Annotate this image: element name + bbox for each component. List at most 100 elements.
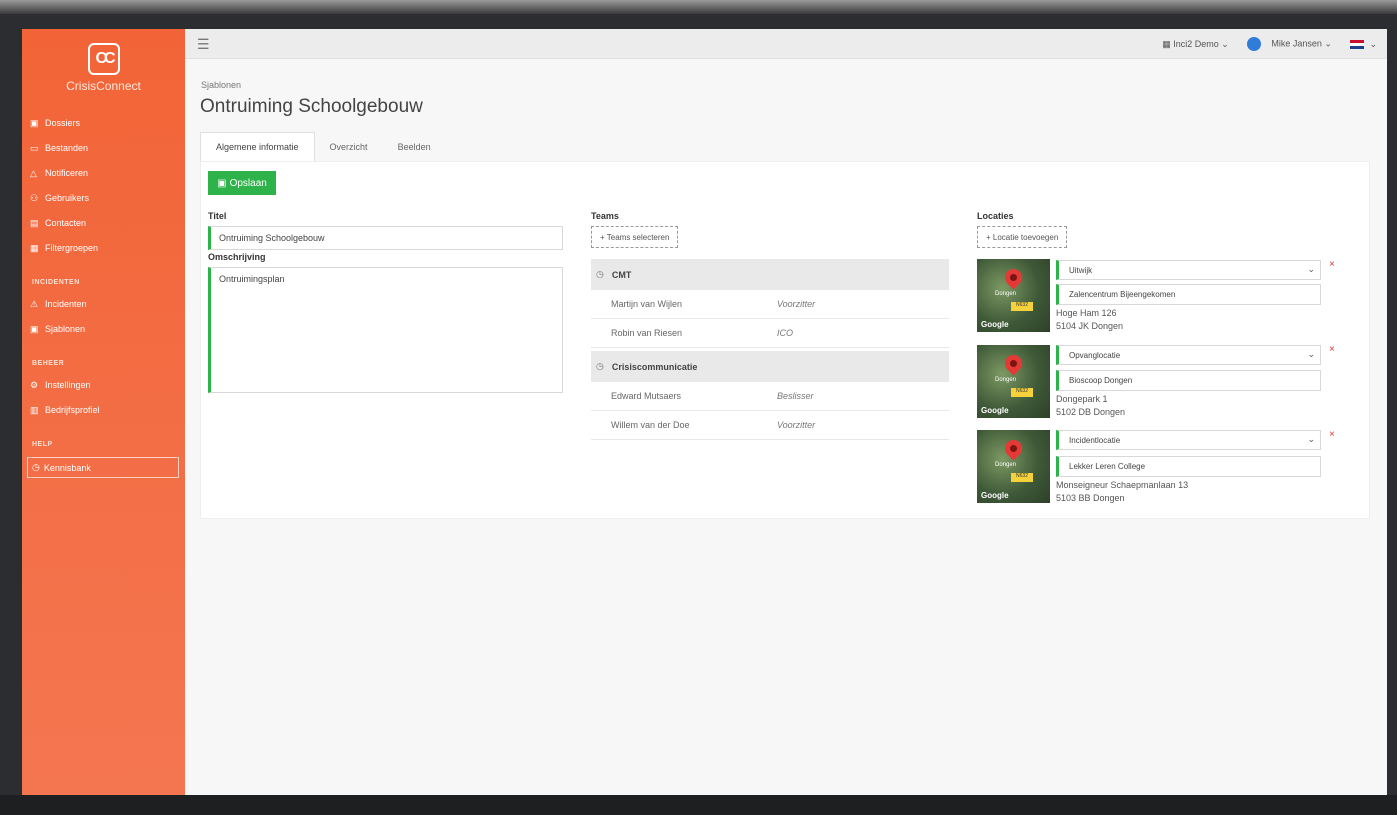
top-bar-right: ▦ Inci2 Demo ⌄ Mike Jansen ⌄ ⌄ — [1162, 29, 1377, 59]
description-label: Omschrijving — [208, 252, 266, 262]
building-icon: ▦ — [1162, 38, 1171, 49]
location-map-thumbnail[interactable]: Dongen N632 Google — [977, 430, 1050, 503]
contact-card-icon: ▤ — [30, 217, 39, 228]
map-provider-logo: Google — [981, 406, 1009, 415]
map-pin-icon — [1001, 351, 1026, 376]
location-postal: 5102 DB Dongen — [1056, 407, 1126, 417]
chevron-down-icon: ⌄ — [1221, 38, 1229, 49]
flag-nl-icon — [1349, 39, 1364, 49]
monitor-bezel-top — [0, 0, 1397, 14]
sidebar-item-label: Filtergroepen — [45, 243, 99, 253]
remove-location-icon[interactable]: × — [1329, 344, 1335, 355]
team-name: CMT — [611, 269, 632, 280]
section-incidenten: INCIDENTEN — [32, 279, 80, 286]
location-map-thumbnail[interactable]: Dongen N632 Google — [977, 259, 1050, 332]
map-city-label: Dongen — [995, 377, 1017, 383]
location-map-thumbnail[interactable]: Dongen N632 Google — [977, 345, 1050, 418]
warning-icon: ⚠ — [30, 298, 39, 309]
teams-label: Teams — [591, 211, 619, 221]
team-header-cmt[interactable]: ◷ CMT — [591, 259, 949, 290]
sidebar-item-label: Contacten — [45, 218, 87, 228]
sidebar-item-instellingen[interactable]: ⚙ Instellingen — [30, 376, 91, 394]
title-input[interactable]: Ontruiming Schoolgebouw — [208, 226, 563, 250]
member-name: Willem van der Doe — [611, 420, 690, 430]
app-logo[interactable]: CC — [88, 43, 120, 75]
select-teams-button[interactable]: + Teams selecteren — [591, 226, 679, 248]
users-icon: ⚇ — [30, 192, 39, 203]
brand-name: CrisisConnect — [66, 79, 141, 93]
sidebar-item-incidenten[interactable]: ⚠ Incidenten — [30, 295, 87, 313]
chevron-down-icon: ⌄ — [1307, 264, 1315, 274]
sidebar-item-label: Incidenten — [45, 299, 87, 309]
file-icon: ▭ — [30, 142, 39, 153]
sidebar-item-label: Kennisbank — [43, 462, 91, 473]
sidebar-item-label: Bestanden — [45, 143, 89, 153]
building-icon: ▥ — [30, 404, 39, 415]
location-address: Hoge Ham 126 5104 JK Dongen — [1056, 307, 1123, 333]
chevron-down-icon: ⌄ — [1307, 349, 1315, 359]
remove-location-icon[interactable]: × — [1329, 259, 1335, 270]
chevron-down-icon: ⌄ — [1369, 38, 1377, 49]
top-bar: ☰ ▦ Inci2 Demo ⌄ Mike Jansen ⌄ ⌄ — [185, 29, 1387, 59]
team-header-crisiscommunicatie[interactable]: ◷ Crisiscommunicatie — [591, 351, 949, 382]
location-street: Hoge Ham 126 — [1056, 308, 1117, 318]
section-help: HELP — [32, 441, 53, 448]
sidebar-item-bestanden[interactable]: ▭ Bestanden — [30, 139, 88, 157]
add-location-button[interactable]: + Locatie toevoegen — [977, 226, 1068, 248]
template-icon: ▣ — [30, 323, 39, 334]
help-circle-icon: ◷ — [32, 462, 40, 472]
table-row: Martijn van Wijlen Voorzitter — [591, 290, 949, 319]
settings-icon: ⚙ — [30, 379, 39, 390]
sidebar-item-filtergroepen[interactable]: ▦ Filtergroepen — [30, 239, 98, 257]
map-city-label: Dongen — [995, 291, 1017, 297]
location-type-select[interactable]: Uitwijk ⌄ — [1056, 260, 1321, 280]
location-type-select[interactable]: Opvanglocatie ⌄ — [1056, 345, 1321, 365]
chevron-down-icon: ⌄ — [1307, 434, 1315, 444]
sidebar-item-sjablonen[interactable]: ▣ Sjablonen — [30, 320, 85, 338]
location-name-input[interactable]: Lekker Leren College — [1056, 456, 1321, 477]
map-road-label: N632 — [1011, 388, 1033, 397]
map-pin-icon — [1001, 436, 1026, 461]
page-title: Ontruiming Schoolgebouw — [200, 96, 423, 117]
remove-location-icon[interactable]: × — [1329, 429, 1335, 440]
sidebar-item-dossiers[interactable]: ▣ Dossiers — [30, 114, 80, 132]
sidebar-item-notificeren[interactable]: △ Notificeren — [30, 164, 88, 182]
table-row: Robin van Riesen ICO — [591, 319, 949, 348]
description-textarea[interactable]: Ontruimingsplan — [208, 267, 563, 393]
location-name-input[interactable]: Bioscoop Dongen — [1056, 370, 1321, 391]
save-button[interactable]: ▣ Opslaan — [208, 171, 276, 195]
tab-algemene-informatie[interactable]: Algemene informatie — [200, 132, 315, 161]
sidebar: CC CrisisConnect ▣ Dossiers ▭ Bestanden … — [22, 29, 185, 795]
save-button-label: Opslaan — [229, 177, 267, 189]
location-address: Dongepark 1 5102 DB Dongen — [1056, 393, 1125, 419]
member-role: Voorzitter — [777, 420, 816, 430]
tab-overzicht[interactable]: Overzicht — [315, 132, 383, 161]
table-row: Edward Mutsaers Beslisser — [591, 382, 949, 411]
location-type-value: Incidentlocatie — [1069, 435, 1121, 445]
breadcrumb[interactable]: Sjablonen — [201, 80, 241, 90]
user-menu[interactable]: Mike Jansen ⌄ — [1246, 37, 1332, 51]
sidebar-item-label: Instellingen — [45, 380, 91, 390]
hamburger-menu-icon[interactable]: ☰ — [197, 36, 210, 53]
tab-panel: ▣ Opslaan Titel Ontruiming Schoolgebouw … — [200, 161, 1370, 519]
sidebar-item-contacten[interactable]: ▤ Contacten — [30, 214, 86, 232]
member-role: Beslisser — [777, 391, 814, 401]
locations-label: Locaties — [977, 211, 1014, 221]
sidebar-item-bedrijfsprofiel[interactable]: ▥ Bedrijfsprofiel — [30, 401, 100, 419]
filter-icon: ▦ — [30, 242, 39, 253]
member-name: Martijn van Wijlen — [611, 299, 683, 309]
location-type-select[interactable]: Incidentlocatie ⌄ — [1056, 430, 1321, 450]
tab-beelden[interactable]: Beelden — [383, 132, 446, 161]
clock-icon: ◷ — [596, 269, 604, 279]
language-switcher[interactable]: ⌄ — [1349, 38, 1377, 50]
sidebar-item-gebruikers[interactable]: ⚇ Gebruikers — [30, 189, 89, 207]
org-switcher[interactable]: ▦ Inci2 Demo ⌄ — [1162, 39, 1229, 50]
clock-icon: ◷ — [596, 361, 604, 371]
location-name-input[interactable]: Zalencentrum Bijeengekomen — [1056, 284, 1321, 305]
member-name: Edward Mutsaers — [611, 391, 682, 401]
org-name: Inci2 Demo — [1173, 38, 1219, 49]
sidebar-item-label: Bedrijfsprofiel — [45, 405, 100, 415]
location-address: Monseigneur Schaepmanlaan 13 5103 BB Don… — [1056, 479, 1188, 505]
sidebar-item-label: Notificeren — [45, 168, 89, 178]
sidebar-item-kennisbank[interactable]: ◷ Kennisbank — [27, 457, 179, 478]
